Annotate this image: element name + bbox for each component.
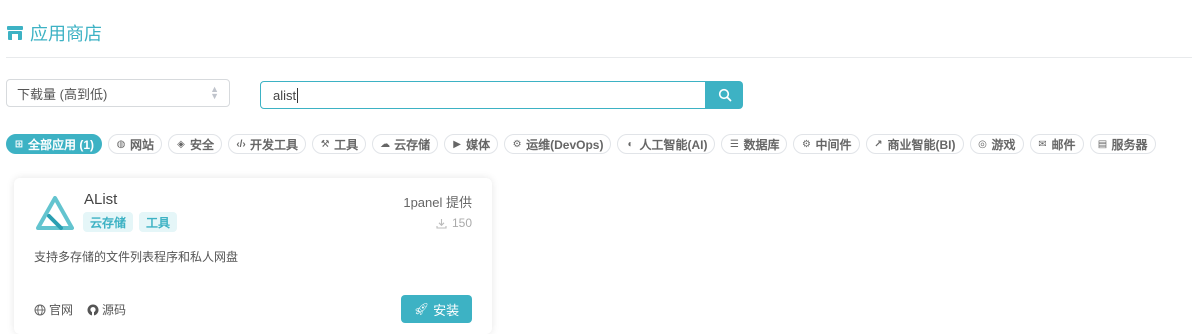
code-icon: ‹/›	[236, 138, 246, 150]
gamepad-icon: ◎	[978, 138, 987, 150]
search-icon	[718, 88, 731, 102]
grid-icon: ⊞	[14, 138, 24, 150]
category-tag[interactable]: ⚒ 工具	[312, 134, 367, 154]
app-tags: 云存储 工具	[83, 212, 178, 232]
search-input[interactable]: alist	[260, 81, 706, 109]
github-icon	[87, 304, 99, 315]
category-tag-label: 开发工具	[250, 137, 299, 152]
video-icon: ▶	[453, 138, 461, 150]
globe-icon: ◍	[116, 138, 126, 150]
search-input-value: alist	[273, 87, 297, 103]
category-tag[interactable]: ↗ 商业智能(BI)	[865, 134, 964, 154]
chart-icon: ↗	[874, 138, 883, 150]
app-links: 官网 源码	[34, 301, 126, 318]
category-tag-label: 运维(DevOps)	[526, 137, 604, 152]
sort-select[interactable]: 下载量 (高到低) ▲ ▼	[6, 79, 230, 107]
category-tag-label: 人工智能(AI)	[639, 137, 708, 152]
category-tag[interactable]: ⚙ 运维(DevOps)	[504, 134, 612, 154]
category-tag-label: 云存储	[394, 137, 431, 152]
download-count-value: 150	[451, 216, 472, 230]
category-tag[interactable]: ⚙ 中间件	[793, 134, 860, 154]
category-tag-label: 安全	[190, 137, 215, 152]
category-tag-label: 网站	[130, 137, 155, 152]
category-tag-label: 邮件	[1051, 137, 1076, 152]
store-icon	[7, 26, 23, 40]
install-button-label: 安装	[433, 302, 460, 318]
category-tag[interactable]: ☰ 数据库	[721, 134, 788, 154]
app-name: AList	[84, 191, 118, 208]
app-tag: 云存储	[83, 212, 134, 232]
category-tag[interactable]: ‹/› 开发工具	[228, 134, 307, 154]
gears-icon: ⚙	[512, 138, 522, 150]
category-tags: ⊞ 全部应用 (1) ◍ 网站 ◈ 安全 ‹/› 开发工具 ⚒ 工具 ☁ 云存储 ▶ 媒体 ⚙ 运维(DevO…	[6, 134, 1156, 154]
category-tag-label: 服务器	[1111, 137, 1148, 152]
category-tag[interactable]: ◍ 网站	[108, 134, 163, 154]
category-tag[interactable]: ⊞ 全部应用 (1)	[6, 134, 103, 154]
category-tag-label: 游戏	[991, 137, 1016, 152]
category-tag[interactable]: ◐ 人工智能(AI)	[617, 134, 716, 154]
category-tag-label: 商业智能(BI)	[887, 137, 956, 152]
category-tag-label: 全部应用 (1)	[28, 137, 95, 152]
page-title: 应用商店	[30, 24, 102, 44]
category-tag[interactable]: ▶ 媒体	[444, 134, 499, 154]
sort-selected-value: 下载量 (高到低)	[17, 86, 108, 102]
category-tag-label: 工具	[334, 137, 359, 152]
shield-icon: ◈	[177, 138, 185, 150]
text-caret	[297, 87, 299, 103]
category-tag[interactable]: ◎ 游戏	[969, 134, 1024, 154]
server-icon: ▤	[1097, 138, 1108, 150]
database-icon: ☰	[729, 138, 739, 150]
search-button[interactable]	[706, 81, 743, 109]
select-arrows-icon: ▲ ▼	[210, 84, 219, 101]
app-tag: 工具	[139, 212, 178, 232]
category-tag-label: 中间件	[815, 137, 852, 152]
category-tag[interactable]: ◈ 安全	[168, 134, 223, 154]
brain-icon: ◐	[627, 138, 634, 150]
website-link[interactable]: 官网	[34, 301, 73, 318]
gears-icon: ⚙	[802, 138, 811, 150]
cloud-icon: ☁	[380, 138, 391, 150]
globe-icon	[34, 304, 46, 315]
website-link-label: 官网	[49, 303, 74, 317]
category-tag-label: 媒体	[466, 137, 491, 152]
wrench-icon: ⚒	[320, 138, 330, 150]
download-count: 150	[436, 216, 472, 230]
header-divider	[6, 57, 1192, 58]
app-card[interactable]: AList 云存储 工具 1panel 提供 150 支持多存储的文件列表程序和…	[14, 178, 492, 334]
rocket-icon: 🚀︎	[413, 302, 430, 316]
source-link-label: 源码	[102, 303, 127, 317]
page-header: 应用商店	[6, 18, 102, 48]
category-tag[interactable]: ✉ 邮件	[1029, 134, 1084, 154]
alist-logo	[36, 196, 74, 230]
app-provider: 1panel 提供	[403, 195, 472, 210]
source-link[interactable]: 源码	[87, 301, 126, 318]
mail-icon: ✉	[1038, 138, 1047, 150]
category-tag-label: 数据库	[743, 137, 780, 152]
install-button[interactable]: 🚀︎ 安装	[401, 295, 472, 323]
category-tag[interactable]: ▤ 服务器	[1089, 134, 1156, 154]
download-icon	[436, 218, 447, 229]
category-tag[interactable]: ☁ 云存储	[372, 134, 439, 154]
app-description: 支持多存储的文件列表程序和私人网盘	[34, 250, 239, 264]
